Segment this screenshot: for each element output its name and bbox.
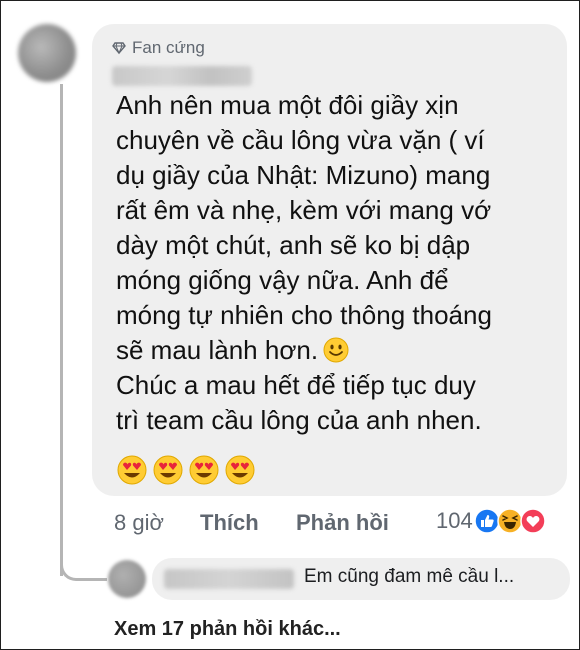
comment-line: móng tự nhiên cho thông thoáng [116,300,492,330]
like-button[interactable]: Thích [200,510,296,536]
heart-eyes-icon [153,455,183,485]
view-more-replies-link[interactable]: Xem 17 phản hồi khác... [114,618,341,641]
reply-button[interactable]: Phản hồi [296,510,389,536]
reaction-icons [473,508,546,534]
comment-line: rất êm và nhẹ, kèm với mang vớ [116,195,492,225]
reply-preview-text: Em cũng đam mê cầu l... [304,566,515,587]
badge-label: Fan cứng [132,38,205,57]
diamond-icon [112,42,126,55]
heart-eyes-icon [189,455,219,485]
reaction-count: 104 [436,508,473,533]
reply-preview[interactable]: Em cũng đam mê cầu l... [152,558,570,600]
comment-bubble: Fan cứng Anh nên mua một đôi giầy xịn ch… [92,24,567,496]
comment-line: chuyên về cầu lông vừa vặn ( ví [116,125,485,155]
commenter-avatar[interactable] [18,24,76,82]
heart-eyes-icon [117,455,147,485]
thread-connector [60,548,107,581]
comment-timestamp[interactable]: 8 giờ [114,510,200,536]
comment-line: Chúc a mau hết để tiếp tục duy [116,370,476,400]
comment-line: dày một chút, anh sẽ ko bị dập [116,230,471,260]
comment-line: dụ giầy của Nhật: Mizuno) mang [116,160,491,190]
heart-eyes-icon [225,455,255,485]
comment-line: trì team cầu lông của anh nhen. [116,405,482,435]
reaction-summary[interactable]: 104 [436,508,546,534]
comment-line: sẽ mau lành hơn. [116,335,319,365]
reply-avatar[interactable] [108,560,146,598]
reply-author-name-blurred [164,569,294,589]
comment-line: Anh nên mua một đôi giầy xịn [116,90,459,120]
comment-text: Anh nên mua một đôi giầy xịn chuyên về c… [116,88,556,438]
thread-line [60,84,63,576]
emoji-row [116,454,256,486]
commenter-name-blurred[interactable] [112,66,252,86]
love-reaction-icon [519,508,546,534]
comment-line-with-emoji: sẽ mau lành hơn. [116,333,556,368]
comment-actions: 8 giờ Thích Phản hồi [114,510,389,536]
comment-line: móng giống vậy nữa. Anh để [116,265,449,295]
smiling-face-icon [323,337,349,363]
top-fan-badge: Fan cứng [112,38,205,58]
